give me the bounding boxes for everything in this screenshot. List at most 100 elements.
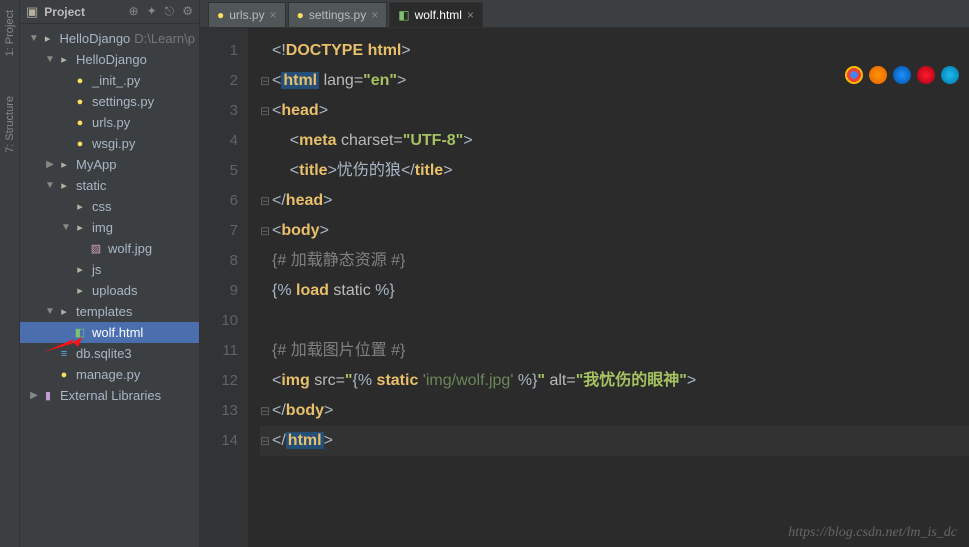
tree-row[interactable]: ▸css xyxy=(20,196,199,217)
tool-tab-structure[interactable]: 7: Structure xyxy=(4,96,16,153)
line-number[interactable]: 2 xyxy=(200,66,238,96)
code-text[interactable]: <img src="{% static 'img/wolf.jpg' %}" a… xyxy=(272,366,696,396)
fold-icon[interactable] xyxy=(260,336,270,366)
code-line[interactable]: <!DOCTYPE html> xyxy=(260,36,969,66)
close-icon[interactable]: × xyxy=(371,8,378,22)
line-number[interactable]: 6 xyxy=(200,186,238,216)
editor-tab[interactable]: ●settings.py× xyxy=(288,2,388,27)
line-number[interactable]: 7 xyxy=(200,216,238,246)
line-number[interactable]: 4 xyxy=(200,126,238,156)
code-text[interactable]: <head> xyxy=(272,96,328,126)
code-text[interactable]: <title>忧伤的狼</title> xyxy=(272,156,453,186)
tree-row[interactable]: ●settings.py xyxy=(20,91,199,112)
code-text[interactable]: </body> xyxy=(272,396,333,426)
fold-icon[interactable]: ⊟ xyxy=(260,66,270,96)
expand-arrow-icon[interactable]: ▼ xyxy=(44,180,56,191)
code-line[interactable]: <meta charset="UTF-8"> xyxy=(260,126,969,156)
code-editor[interactable]: 1234567891011121314 <!DOCTYPE html>⊟<htm… xyxy=(200,28,969,547)
code-line[interactable]: ⊟</body> xyxy=(260,396,969,426)
line-number[interactable]: 14 xyxy=(200,426,238,456)
code-line[interactable]: <img src="{% static 'img/wolf.jpg' %}" a… xyxy=(260,366,969,396)
code-line[interactable]: ⊟<body> xyxy=(260,216,969,246)
fold-icon[interactable] xyxy=(260,36,270,66)
expand-arrow-icon[interactable]: ▼ xyxy=(28,33,40,44)
safari-icon[interactable] xyxy=(893,66,911,84)
sidebar-tool-icon[interactable]: ⚙ xyxy=(182,4,193,19)
line-number[interactable]: 3 xyxy=(200,96,238,126)
tree-row[interactable]: ◧wolf.html xyxy=(20,322,199,343)
tree-row[interactable]: ▶▸MyApp xyxy=(20,154,199,175)
code-line[interactable]: <title>忧伤的狼</title> xyxy=(260,156,969,186)
tree-row[interactable]: ●_init_.py xyxy=(20,70,199,91)
expand-arrow-icon[interactable]: ▼ xyxy=(44,54,56,65)
fold-icon[interactable]: ⊟ xyxy=(260,216,270,246)
tree-row[interactable]: ●wsgi.py xyxy=(20,133,199,154)
sidebar-tools[interactable]: ⊕ ✦ ⎋ ⚙ xyxy=(129,4,193,19)
sidebar-tool-icon[interactable]: ⎋ xyxy=(165,4,175,19)
line-number[interactable]: 5 xyxy=(200,156,238,186)
editor-tab[interactable]: ●urls.py× xyxy=(208,2,286,27)
code-text[interactable]: </html> xyxy=(272,426,333,456)
tree-row[interactable]: ▼▸img xyxy=(20,217,199,238)
fold-icon[interactable]: ⊟ xyxy=(260,96,270,126)
close-icon[interactable]: × xyxy=(467,8,474,22)
opera-icon[interactable] xyxy=(917,66,935,84)
fold-icon[interactable] xyxy=(260,366,270,396)
tool-window-bar[interactable]: 1: Project 7: Structure xyxy=(0,0,20,547)
tree-row[interactable]: ●manage.py xyxy=(20,364,199,385)
code-text[interactable]: <html lang="en"> xyxy=(272,66,406,96)
tree-row[interactable]: ▶▮External Libraries xyxy=(20,385,199,406)
line-number[interactable]: 8 xyxy=(200,246,238,276)
tree-row[interactable]: ▼▸HelloDjango xyxy=(20,49,199,70)
tree-row[interactable]: ●urls.py xyxy=(20,112,199,133)
browser-preview-bar[interactable] xyxy=(845,66,959,84)
firefox-icon[interactable] xyxy=(869,66,887,84)
tree-row[interactable]: ▼▸HelloDjangoD:\Learn\p xyxy=(20,28,199,49)
code-text[interactable]: {# 加载图片位置 #} xyxy=(272,336,405,366)
code-text[interactable]: <body> xyxy=(272,216,329,246)
sidebar-tool-icon[interactable]: ✦ xyxy=(147,4,157,19)
fold-icon[interactable] xyxy=(260,306,270,336)
chrome-icon[interactable] xyxy=(845,66,863,84)
line-number[interactable]: 9 xyxy=(200,276,238,306)
code-line[interactable]: ⊟</head> xyxy=(260,186,969,216)
expand-arrow-icon[interactable]: ▶ xyxy=(44,159,56,170)
expand-arrow-icon[interactable]: ▼ xyxy=(44,306,56,317)
code-line[interactable]: ⊟</html> xyxy=(260,426,969,456)
code-text[interactable]: <meta charset="UTF-8"> xyxy=(272,126,473,156)
code-line[interactable] xyxy=(260,306,969,336)
expand-arrow-icon[interactable]: ▼ xyxy=(60,222,72,233)
tool-tab-project[interactable]: 1: Project xyxy=(4,10,16,56)
sidebar-tool-icon[interactable]: ⊕ xyxy=(129,4,139,19)
editor-tab[interactable]: ◧wolf.html× xyxy=(389,2,483,27)
project-tree[interactable]: ▼▸HelloDjangoD:\Learn\p▼▸HelloDjango●_in… xyxy=(20,24,199,410)
tree-row[interactable]: ▸js xyxy=(20,259,199,280)
code-text[interactable]: <!DOCTYPE html> xyxy=(272,36,411,66)
fold-icon[interactable] xyxy=(260,126,270,156)
tree-row[interactable]: ≡db.sqlite3 xyxy=(20,343,199,364)
code-text[interactable]: </head> xyxy=(272,186,332,216)
line-number[interactable]: 1 xyxy=(200,36,238,66)
code-line[interactable]: {# 加载静态资源 #} xyxy=(260,246,969,276)
fold-icon[interactable] xyxy=(260,156,270,186)
tree-row[interactable]: ▸uploads xyxy=(20,280,199,301)
line-number[interactable]: 11 xyxy=(200,336,238,366)
fold-icon[interactable] xyxy=(260,246,270,276)
code-text[interactable]: {% load static %} xyxy=(272,276,395,306)
code-line[interactable]: {% load static %} xyxy=(260,276,969,306)
code-area[interactable]: <!DOCTYPE html>⊟<html lang="en">⊟<head> … xyxy=(248,28,969,547)
expand-arrow-icon[interactable]: ▶ xyxy=(28,390,40,401)
code-text[interactable]: {# 加载静态资源 #} xyxy=(272,246,405,276)
line-number[interactable]: 13 xyxy=(200,396,238,426)
tree-row[interactable]: ▨wolf.jpg xyxy=(20,238,199,259)
editor-tabs[interactable]: ●urls.py×●settings.py×◧wolf.html× xyxy=(200,0,969,28)
tree-row[interactable]: ▼▸templates xyxy=(20,301,199,322)
fold-icon[interactable]: ⊟ xyxy=(260,186,270,216)
ie-icon[interactable] xyxy=(941,66,959,84)
fold-icon[interactable]: ⊟ xyxy=(260,396,270,426)
code-line[interactable]: {# 加载图片位置 #} xyxy=(260,336,969,366)
close-icon[interactable]: × xyxy=(270,8,277,22)
code-line[interactable]: ⊟<head> xyxy=(260,96,969,126)
tree-row[interactable]: ▼▸static xyxy=(20,175,199,196)
line-number[interactable]: 10 xyxy=(200,306,238,336)
